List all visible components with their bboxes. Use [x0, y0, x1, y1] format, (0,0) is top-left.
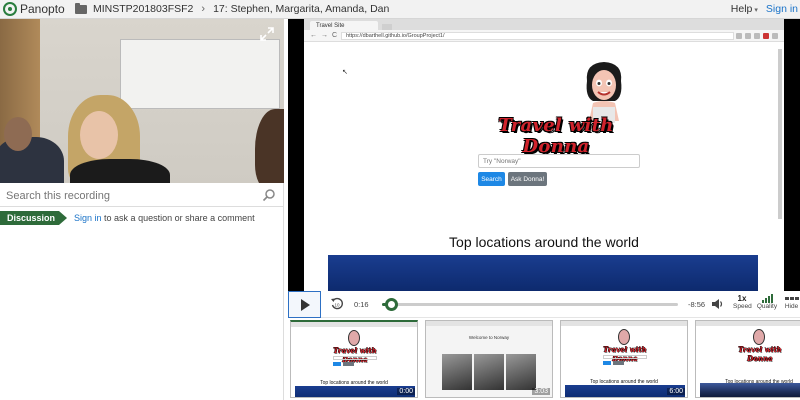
- quality-control[interactable]: Quality: [756, 294, 778, 310]
- extension-icon: [745, 33, 751, 39]
- speed-value: 1x: [737, 294, 747, 303]
- thumbnail-avatar-icon: [348, 330, 360, 346]
- play-button[interactable]: [288, 291, 321, 318]
- speed-label: Speed: [733, 303, 752, 310]
- thumbnail[interactable]: Travel with Donna Top locations around t…: [290, 320, 418, 398]
- sign-in-link[interactable]: Sign in: [766, 3, 798, 15]
- browser-tab: Travel Site: [310, 21, 378, 30]
- screen-video[interactable]: Travel Site ← → C https://dbarthell.gith…: [288, 19, 800, 291]
- seek-bar[interactable]: [382, 298, 678, 311]
- volume-icon[interactable]: [711, 298, 724, 310]
- recording-search: [0, 185, 284, 207]
- speed-control[interactable]: 1x Speed: [733, 294, 752, 310]
- thumbnail-brand: Travel with Donna: [738, 345, 782, 363]
- help-menu[interactable]: Help ▾: [731, 3, 758, 15]
- thumbnail-input: [603, 355, 647, 359]
- site-search-input: [478, 154, 640, 168]
- presenter-1-head: [4, 117, 32, 151]
- remaining-time: -8:56: [688, 300, 706, 309]
- hide-control[interactable]: Hide: [783, 294, 800, 310]
- thumbnail-browser-bar: [696, 321, 800, 326]
- hide-label: Hide: [784, 303, 799, 310]
- extension-icon: [754, 33, 760, 39]
- thumbnail-welcome: Welcome to Norway: [468, 335, 510, 340]
- thumbnail-time: 0:00: [397, 388, 415, 395]
- breadcrumb-separator: ›: [201, 3, 206, 15]
- svg-text:10: 10: [334, 303, 340, 308]
- discussion-sign-in-link[interactable]: Sign in: [74, 213, 102, 223]
- presenter-2-face: [80, 111, 118, 159]
- site-search-button: Search: [478, 172, 505, 186]
- browser-new-tab: [382, 24, 392, 30]
- thumbnail-time: 3:03: [532, 388, 550, 395]
- thumbnail-browser-bar: [561, 321, 687, 326]
- browser-extensions: [736, 33, 778, 39]
- thumbnail[interactable]: Travel with Donna Top locations around t…: [560, 320, 688, 398]
- thumbnail-browser-bar: [291, 322, 417, 327]
- quality-label: Quality: [756, 303, 778, 310]
- mouse-cursor-icon: ↖: [342, 69, 348, 76]
- thumbnail[interactable]: Welcome to Norway 3:03: [425, 320, 553, 398]
- breadcrumb-folder[interactable]: MINSTP201803FSF2: [93, 3, 193, 15]
- camera-whiteboard: [120, 39, 280, 109]
- back-icon: ←: [310, 32, 317, 39]
- help-label: Help: [730, 3, 753, 15]
- captured-browser: Travel Site ← → C https://dbarthell.gith…: [304, 19, 784, 291]
- browser-address-bar: ← → C https://dbarthell.github.io/GroupP…: [304, 30, 784, 42]
- thumbnail-strip: Travel with Donna Top locations around t…: [288, 320, 800, 400]
- browser-scrollbar: [778, 49, 782, 219]
- thumbnail-photos: [442, 354, 536, 390]
- browser-tabstrip: Travel Site: [304, 19, 784, 30]
- rewind-icon[interactable]: 10: [330, 297, 344, 311]
- player-controls: 10 0:16 -8:56 1x Speed Quality Hide: [288, 291, 800, 318]
- discussion-tab[interactable]: Discussion: [0, 211, 68, 225]
- search-input[interactable]: [6, 189, 256, 202]
- discussion-prompt: Sign in to ask a question or share a com…: [74, 213, 255, 223]
- presenter-2-body: [70, 159, 170, 183]
- thumbnail-input: [333, 356, 377, 360]
- panopto-logo-icon: [3, 2, 17, 16]
- reload-icon: C: [332, 32, 338, 39]
- seek-handle[interactable]: [384, 298, 398, 311]
- folder-icon: [75, 2, 87, 14]
- site-heading: Top locations around the world: [449, 234, 639, 250]
- chevron-down-icon: ▾: [754, 7, 758, 14]
- search-icon[interactable]: [262, 188, 276, 202]
- camera-video[interactable]: [0, 19, 284, 183]
- current-time: 0:16: [354, 300, 369, 309]
- left-panel: Discussion Sign in to ask a question or …: [0, 19, 284, 400]
- expand-icon: [260, 27, 274, 41]
- session-title: 17: Stephen, Margarita, Amanda, Dan: [213, 3, 390, 15]
- extension-icon: [763, 33, 769, 39]
- thumbnail-buttons: [603, 361, 624, 365]
- thumbnail-avatar-icon: [618, 329, 630, 345]
- forward-icon: →: [321, 32, 328, 39]
- menu-icon: [772, 33, 778, 39]
- extension-icon: [736, 33, 742, 39]
- discussion-row: Discussion Sign in to ask a question or …: [0, 210, 284, 226]
- top-bar: Panopto MINSTP201803FSF2 › 17: Stephen, …: [0, 0, 800, 19]
- hide-icon: [783, 294, 800, 303]
- site-ask-button: Ask Donna!: [508, 172, 547, 186]
- site-brand-title: Travel with Donna: [498, 115, 614, 157]
- site-hero-image: [328, 255, 758, 291]
- thumbnail[interactable]: Travel with Donna Top locations around t…: [695, 320, 800, 398]
- thumbnail-city: [700, 383, 800, 397]
- thumbnail-avatar-icon: [753, 329, 765, 345]
- discussion-prompt-text: to ask a question or share a comment: [101, 213, 255, 223]
- thumbnail-time: 6:00: [667, 388, 685, 395]
- browser-url: https://dbarthell.github.io/GroupProject…: [341, 31, 734, 40]
- panopto-logo[interactable]: Panopto: [3, 2, 73, 16]
- thumbnail-buttons: [333, 362, 354, 366]
- quality-icon: [756, 294, 778, 303]
- app-name: Panopto: [20, 2, 65, 16]
- expand-button[interactable]: [258, 25, 276, 43]
